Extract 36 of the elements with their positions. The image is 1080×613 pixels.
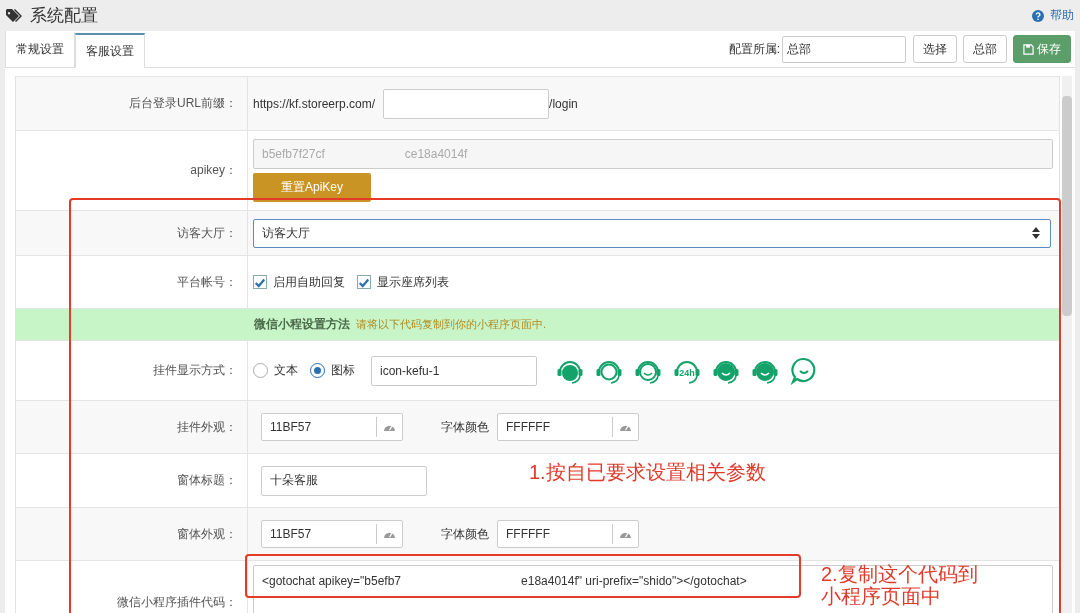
field-label: 访客大厅： — [177, 224, 237, 242]
page-title: 系统配置 — [30, 5, 98, 27]
field-label: 窗体标题： — [177, 472, 237, 489]
apikey-field: b5efb7f27cf ce18a4014f — [253, 139, 1053, 169]
field-label: 微信小程序插件代码： — [117, 594, 237, 611]
banner-title: 微信小程设置方法 — [254, 316, 350, 333]
url-prefix: https://kf.storeerp.com/ — [253, 96, 376, 111]
annotation-note: 2.复制这个代码到小程序页面中 — [821, 563, 979, 607]
help-link[interactable]: 帮助 — [1050, 7, 1074, 24]
font-color-field[interactable]: FFFFFF — [497, 413, 639, 441]
font-color-label: 字体颜色 — [441, 418, 489, 436]
annotation-note: 1.按自已要求设置相关参数 — [529, 460, 766, 485]
owner-field[interactable]: 总部 — [782, 35, 906, 63]
banner-hint: 请将以下代码复制到你的小程序页面中. — [356, 317, 547, 332]
toolbar-button[interactable]: 总部 — [963, 35, 1007, 63]
owner-label: 配置所属: — [728, 40, 780, 58]
field-label: 挂件显示方式： — [153, 362, 237, 379]
color-field[interactable]: 11BF57 — [261, 413, 403, 441]
hall-select[interactable]: 访客大厅 — [253, 218, 1051, 248]
radio-label: 图标 — [331, 362, 355, 379]
checkbox-label: 显示座席列表 — [377, 273, 449, 291]
radio-label: 文本 — [274, 362, 298, 379]
field-label: apikey： — [190, 162, 237, 179]
field-label: 平台帐号： — [177, 273, 237, 291]
checkbox-label: 启用自助回复 — [273, 273, 345, 291]
tab[interactable]: 客服设置 — [75, 33, 145, 68]
color-field[interactable]: 11BF57 — [261, 520, 403, 548]
field-label: 挂件外观： — [177, 418, 237, 436]
font-color-field[interactable]: FFFFFF — [497, 520, 639, 548]
url-suffix: /login — [549, 96, 578, 111]
icon-name-field[interactable]: icon-kefu-1 — [371, 355, 537, 386]
font-color-label: 字体颜色 — [441, 525, 489, 543]
window-title-field[interactable]: 十朵客服 — [261, 465, 427, 496]
field-label: 后台登录URL前缀： — [129, 95, 237, 112]
field-label: 窗体外观： — [177, 525, 237, 543]
toolbar-button[interactable]: 选择 — [913, 35, 957, 63]
